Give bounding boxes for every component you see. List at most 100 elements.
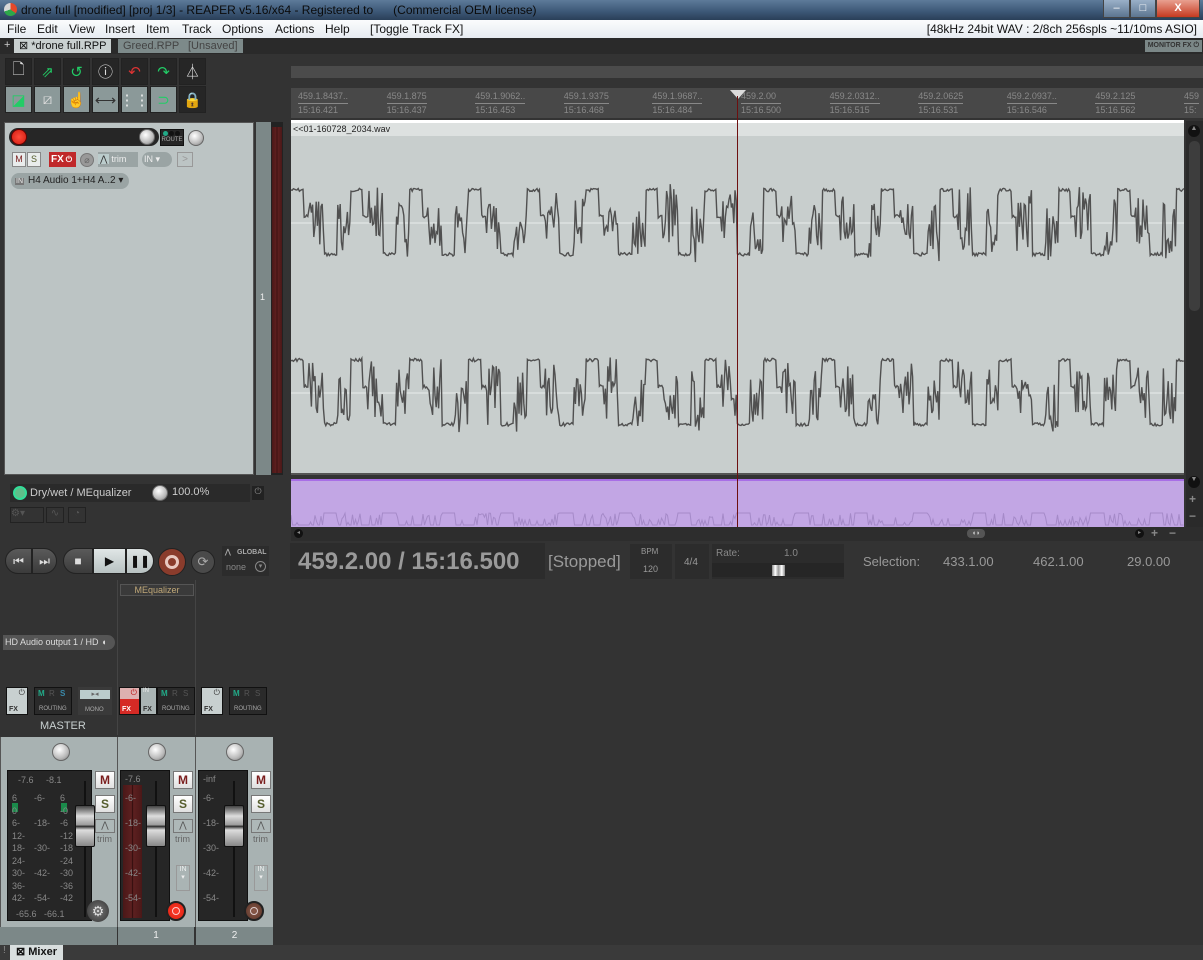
maximize-button[interactable]: □ [1130, 0, 1156, 18]
track1-record-arm-button[interactable] [166, 901, 186, 921]
track1-fx-button[interactable]: ⏻ FX [119, 687, 140, 715]
tab-mixer[interactable]: ⊠ Mixer [10, 945, 64, 960]
zoom-out-horizontal-icon[interactable]: − [1169, 526, 1176, 540]
record-button[interactable] [158, 548, 186, 576]
revert-project-button[interactable]: ↺ [63, 58, 90, 85]
master-mono-button[interactable]: ▸◂ MONO [78, 687, 112, 715]
envelope-bypass-icon[interactable]: ⏻ [252, 486, 264, 500]
monitor-fx-button[interactable]: MONITOR FX ⏻ [1144, 40, 1202, 52]
repeat-button[interactable]: ⟳ [191, 550, 215, 574]
close-button[interactable]: X [1156, 0, 1200, 18]
master-routing-button[interactable]: M R S ROUTING [34, 687, 72, 715]
tab-unsaved[interactable]: [Unsaved] [183, 39, 243, 53]
track1-input-monitor[interactable]: IN ▾ [176, 865, 190, 891]
track1-fx-in-button[interactable]: IN FX [140, 687, 157, 715]
menu-help[interactable]: Help [325, 22, 350, 36]
record-arm-button[interactable] [11, 129, 27, 145]
media-item-name[interactable]: <<01-160728_2034.wav [293, 124, 390, 134]
add-tab-button[interactable]: + [4, 39, 10, 51]
menu-insert[interactable]: Insert [105, 22, 135, 36]
metronome-button[interactable]: ⏃ [179, 58, 206, 85]
envelope-settings-icon[interactable]: ⚙▾ [10, 507, 44, 523]
input-monitor-button[interactable]: IN ▾ [142, 152, 172, 167]
master-settings-icon[interactable]: ⚙ [87, 900, 109, 922]
go-to-start-button[interactable]: ⏮ [5, 548, 32, 574]
track2-fx-button[interactable]: ⏻ FX [201, 687, 223, 715]
horizontal-scroll-thumb[interactable]: ◖◗ [967, 529, 985, 538]
scroll-right-icon[interactable]: ▸ [1135, 529, 1144, 538]
track2-number[interactable]: 2 [196, 927, 273, 945]
menu-edit[interactable]: Edit [37, 22, 58, 36]
selection-end[interactable]: 462.1.00 [1033, 554, 1084, 569]
phase-invert-icon[interactable]: ⌀ [80, 153, 94, 167]
zoom-in-horizontal-icon[interactable]: + [1151, 526, 1158, 540]
scroll-left-icon[interactable]: ◂ [294, 529, 303, 538]
track-name-field[interactable] [9, 128, 159, 146]
timeline-ruler[interactable]: 459.1.8437.. 15:16.421 459.1.875 15:16.437 4… [291, 88, 1203, 118]
envelope-active-toggle[interactable] [13, 486, 27, 500]
folder-button[interactable]: > [177, 152, 193, 167]
track1-mute-button[interactable]: M [173, 771, 193, 789]
fx-slot-mequalizer[interactable]: MEqualizer [120, 584, 194, 596]
mute-button[interactable]: M [12, 152, 26, 167]
stop-button[interactable]: ■ [63, 548, 93, 574]
menu-track[interactable]: Track [182, 22, 212, 36]
menu-toggle-track-fx[interactable]: [Toggle Track FX] [370, 22, 463, 36]
go-to-end-button[interactable]: ⏭ [32, 548, 57, 574]
grid-button[interactable]: ⋮⋮ [120, 86, 150, 113]
master-peak-right[interactable]: -8.1 [46, 775, 62, 785]
track2-routing-button[interactable]: M R S ROUTING [229, 687, 267, 715]
global-automation-override[interactable]: ⋀ GLOBAL none ▾ [222, 546, 269, 576]
master-solo-button[interactable]: S [95, 795, 115, 813]
ripple-edit-button[interactable]: ⧄ [34, 86, 61, 113]
track2-solo-button[interactable]: S [251, 795, 271, 813]
track1-automation-icon[interactable]: ⋀ [173, 819, 193, 833]
master-volume-fader[interactable] [75, 805, 95, 847]
menu-options[interactable]: Options [222, 22, 263, 36]
scroll-down-icon[interactable]: ▼ [1188, 476, 1200, 488]
redo-button[interactable]: ↷ [150, 58, 177, 85]
track2-record-arm-button[interactable] [244, 901, 264, 921]
vertical-scroll-thumb[interactable] [1189, 141, 1200, 311]
tab-drone-full[interactable]: ⊠ *drone full.RPP [14, 39, 112, 53]
pan-knob[interactable] [188, 130, 204, 146]
track2-pan-knob[interactable] [226, 743, 244, 761]
playrate-control[interactable]: Rate: 1.0 [712, 544, 844, 579]
track1-peak[interactable]: -7.6 [125, 774, 141, 784]
selection-start[interactable]: 433.1.00 [943, 554, 994, 569]
route-button[interactable]: ROUTE [160, 129, 184, 146]
bpm-display[interactable]: BPM 120 [630, 544, 672, 579]
horizontal-scrollbar[interactable]: ◂ ◖◗ ▸ + − [291, 526, 1203, 541]
grouping-button[interactable]: ☝ [63, 86, 90, 113]
time-signature[interactable]: 4/4 [675, 544, 709, 579]
track2-volume-fader[interactable] [224, 805, 244, 847]
edit-cursor-marker-icon[interactable] [730, 90, 746, 99]
selection-length[interactable]: 29.0.00 [1127, 554, 1170, 569]
zoom-in-vertical-icon[interactable]: + [1189, 492, 1196, 506]
menu-item[interactable]: Item [146, 22, 169, 36]
menu-actions[interactable]: Actions [275, 22, 314, 36]
fx-bypass-icon[interactable]: ⏻ [66, 155, 72, 164]
master-pan-knob[interactable] [52, 743, 70, 761]
volume-knob[interactable] [139, 129, 155, 145]
track2-input-monitor[interactable]: IN ▾ [254, 865, 268, 891]
master-mute-button[interactable]: M [95, 771, 115, 789]
vertical-scrollbar[interactable]: ▲ ▼ + − [1186, 121, 1203, 527]
new-project-button[interactable]: 🗋 [5, 58, 32, 85]
envelope-points-button[interactable]: ⟷ [92, 86, 119, 113]
automation-mode-button[interactable]: ⋀ trim [98, 152, 138, 167]
track1-number[interactable]: 1 [118, 927, 194, 945]
zoom-out-vertical-icon[interactable]: − [1189, 509, 1196, 523]
menu-file[interactable]: File [7, 22, 26, 36]
track2-peak[interactable]: -inf [203, 774, 216, 784]
master-fx-button[interactable]: ⏻ FX [6, 687, 28, 715]
master-automation-icon[interactable]: ⋀ [95, 819, 115, 833]
track1-routing-button[interactable]: M R S ROUTING [157, 687, 195, 715]
track1-pan-knob[interactable] [148, 743, 166, 761]
save-project-button[interactable]: ⇗ [34, 58, 61, 85]
region-marker-lane[interactable] [291, 66, 1203, 78]
track2-automation-icon[interactable]: ⋀ [251, 819, 271, 833]
envelope-value-knob[interactable] [152, 485, 168, 501]
envelope-arm-icon[interactable]: ◔ [68, 507, 86, 523]
master-output-select[interactable]: HD Audio output 1 / HD ◖ [3, 635, 115, 650]
